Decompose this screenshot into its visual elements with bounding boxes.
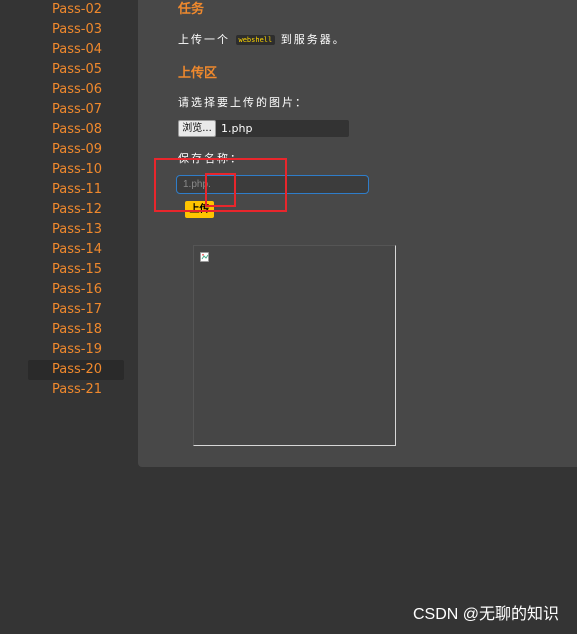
choose-label: 请选择要上传的图片： <box>178 96 308 109</box>
sidebar-item-pass-11[interactable]: Pass-11 <box>28 180 124 200</box>
sidebar-item-pass-16[interactable]: Pass-16 <box>28 280 124 300</box>
sidebar-nav: Pass-02 Pass-03 Pass-04 Pass-05 Pass-06 … <box>0 0 138 634</box>
sidebar-item-pass-02[interactable]: Pass-02 <box>28 0 124 20</box>
sidebar-item-pass-10[interactable]: Pass-10 <box>28 160 124 180</box>
sidebar-item-pass-05[interactable]: Pass-05 <box>28 60 124 80</box>
browse-button[interactable]: 浏览... <box>178 120 216 137</box>
sidebar-item-pass-07[interactable]: Pass-07 <box>28 100 124 120</box>
sidebar-item-pass-18[interactable]: Pass-18 <box>28 320 124 340</box>
sidebar-item-pass-12[interactable]: Pass-12 <box>28 200 124 220</box>
sidebar-item-pass-19[interactable]: Pass-19 <box>28 340 124 360</box>
upload-heading: 上传区 <box>178 66 218 81</box>
image-preview <box>193 245 396 446</box>
sidebar-item-pass-17[interactable]: Pass-17 <box>28 300 124 320</box>
save-name-label: 保存名称： <box>178 152 243 165</box>
task-suffix: 到服务器。 <box>280 33 346 46</box>
sidebar-item-pass-13[interactable]: Pass-13 <box>28 220 124 240</box>
sidebar-item-pass-21[interactable]: Pass-21 <box>28 380 124 400</box>
file-input[interactable]: 浏览... 1.php <box>178 120 349 137</box>
main-panel: 任务 上传一个 webshell 到服务器。 上传区 请选择要上传的图片： 浏览… <box>138 0 577 467</box>
broken-image-icon <box>200 252 209 262</box>
task-prefix: 上传一个 <box>178 33 230 46</box>
sidebar-item-pass-08[interactable]: Pass-08 <box>28 120 124 140</box>
sidebar-item-pass-06[interactable]: Pass-06 <box>28 80 124 100</box>
task-code: webshell <box>235 35 276 45</box>
watermark: CSDN @无聊的知识 <box>412 606 559 623</box>
upload-button[interactable]: 上传 <box>185 201 214 218</box>
sidebar-item-pass-15[interactable]: Pass-15 <box>28 260 124 280</box>
task-heading: 任务 <box>178 2 205 17</box>
sidebar-item-pass-03[interactable]: Pass-03 <box>28 20 124 40</box>
save-name-input[interactable]: 1.php. <box>176 175 369 194</box>
sidebar-item-pass-09[interactable]: Pass-09 <box>28 140 124 160</box>
task-description: 上传一个 webshell 到服务器。 <box>178 31 346 47</box>
selected-file-name: 1.php <box>221 122 253 135</box>
sidebar-item-pass-20[interactable]: Pass-20 <box>28 360 124 380</box>
sidebar-item-pass-14[interactable]: Pass-14 <box>28 240 124 260</box>
sidebar-item-pass-04[interactable]: Pass-04 <box>28 40 124 60</box>
